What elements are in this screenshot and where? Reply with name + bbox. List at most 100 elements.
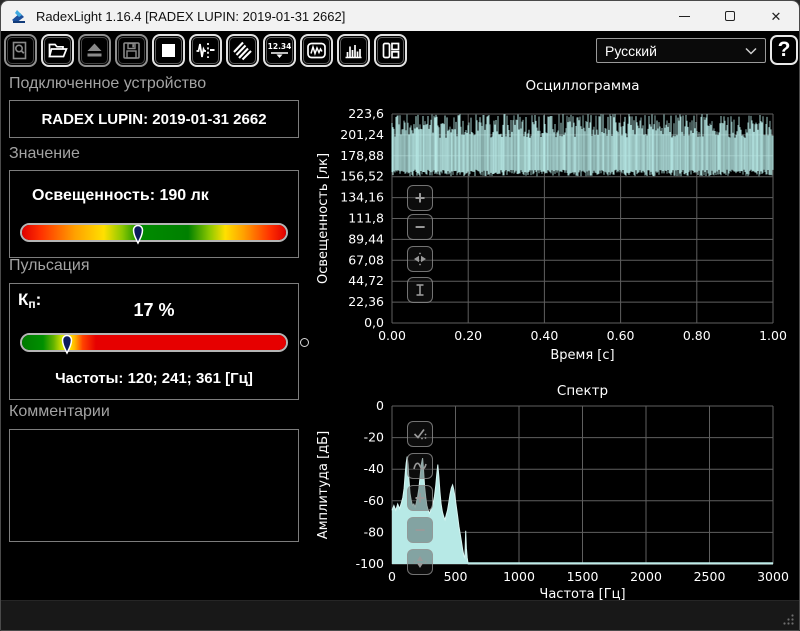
bar-chart-icon: [343, 40, 364, 61]
osc-zoom-out-button[interactable]: −: [407, 214, 433, 240]
pulsation-box: Кп: 17 % Частоты: 120; 241; 361 [Гц]: [9, 283, 299, 400]
spec-auto-button[interactable]: [407, 421, 433, 447]
oscillogram-chart[interactable]: 223,6 201,24 178,88 156,52 134,16 111,8 89,44 6…: [311, 67, 800, 377]
frequencies-label: Частоты: 120; 241; 361 [Гц]: [10, 370, 298, 387]
diagonal-hatch-icon: [232, 40, 253, 61]
svg-text:Частота [Гц]: Частота [Гц]: [539, 587, 625, 601]
device-name: RADEX LUPIN: 2019-01-31 2662: [41, 111, 266, 128]
maximize-icon: [725, 11, 735, 21]
wave-icon: [412, 458, 428, 474]
svg-text:0: 0: [376, 398, 384, 413]
value-display-button[interactable]: 12.34: [263, 34, 296, 67]
maximize-button[interactable]: [707, 1, 753, 31]
layout-button[interactable]: [374, 34, 407, 67]
osc-fit-button[interactable]: [407, 246, 433, 272]
svg-text:2000: 2000: [630, 569, 662, 584]
svg-text:Освещенность [лк]: Освещенность [лк]: [316, 153, 331, 284]
minus-icon: −: [415, 218, 426, 236]
eject-button[interactable]: [78, 34, 111, 67]
svg-text:-60: -60: [364, 493, 384, 508]
device-name-box: RADEX LUPIN: 2019-01-31 2662: [9, 100, 299, 138]
oscillogram-icon: [306, 40, 327, 61]
svg-text:0.80: 0.80: [683, 328, 711, 343]
svg-text:67,08: 67,08: [348, 252, 384, 267]
spec-zoom-out-button[interactable]: −: [407, 517, 433, 543]
osc-cursor-button[interactable]: [407, 277, 433, 303]
svg-text:-20: -20: [364, 430, 384, 445]
svg-text:156,52: 156,52: [340, 169, 384, 184]
svg-text:111,8: 111,8: [348, 211, 384, 226]
document-magnifier-icon: [10, 40, 31, 61]
svg-text:223,6: 223,6: [348, 106, 384, 121]
device-section-title: Подключенное устройство: [9, 75, 206, 93]
comments-box: [9, 429, 299, 542]
minimize-button[interactable]: [661, 1, 707, 31]
open-button[interactable]: [41, 34, 74, 67]
comments-section-title: Комментарии: [9, 403, 110, 421]
spectrum-view-button[interactable]: [337, 34, 370, 67]
save-button[interactable]: [115, 34, 148, 67]
osc-zoom-in-button[interactable]: +: [407, 185, 433, 211]
svg-text:44,72: 44,72: [348, 273, 384, 288]
stop-button[interactable]: [152, 34, 185, 67]
language-value: Русский: [605, 43, 657, 59]
panels-layout-icon: [380, 40, 401, 61]
level-marker-icon: [61, 331, 73, 355]
splitter-handle[interactable]: [300, 338, 309, 347]
svg-text:1000: 1000: [503, 569, 535, 584]
check-icon: [412, 426, 428, 442]
illuminance-scale-bar: [20, 223, 288, 242]
spec-fit-button[interactable]: [407, 549, 433, 575]
digits-icon: 12.34: [268, 40, 291, 61]
fit-horizontal-icon: [412, 251, 428, 267]
svg-text:3000: 3000: [757, 569, 789, 584]
language-select[interactable]: Русский: [596, 38, 766, 63]
help-button[interactable]: ?: [770, 35, 798, 65]
svg-text:89,44: 89,44: [348, 231, 384, 246]
value-box: Освещенность: 190 лк: [9, 170, 299, 258]
plus-icon: +: [415, 489, 426, 507]
illuminance-gradient: [22, 225, 286, 240]
resize-grip-icon[interactable]: [782, 613, 795, 626]
stop-square-icon: [158, 40, 179, 61]
fit-vertical-icon: [412, 554, 428, 570]
i-beam-icon: [412, 282, 428, 298]
toolbar: 12.34: [1, 31, 799, 68]
pulsation-scale-bar: [20, 333, 288, 352]
measure-button[interactable]: [189, 34, 222, 67]
svg-text:22,36: 22,36: [348, 294, 384, 309]
close-button[interactable]: ✕: [753, 1, 799, 31]
comments-input[interactable]: [10, 430, 298, 541]
app-logo-icon: [11, 9, 28, 24]
svg-text:Осциллограмма: Осциллограмма: [525, 78, 639, 94]
svg-text:178,88: 178,88: [340, 148, 384, 163]
window-title: RadexLight 1.16.4 [RADEX LUPIN: 2019-01-…: [36, 9, 345, 24]
spectrum-chart[interactable]: 0-20-40-60-80-10005001000150020002500300…: [311, 377, 800, 601]
svg-text:-40: -40: [364, 461, 384, 476]
minimize-icon: [679, 16, 690, 17]
svg-text:134,16: 134,16: [340, 190, 384, 205]
waveform-cursor-icon: [195, 40, 216, 61]
oscillogram-view-button[interactable]: [300, 34, 333, 67]
illuminance-value: Освещенность: 190 лк: [32, 187, 209, 205]
spec-smooth-button[interactable]: [407, 453, 433, 479]
close-icon: ✕: [771, 10, 782, 23]
spec-zoom-in-button[interactable]: +: [407, 485, 433, 511]
kp-value: 17 %: [10, 300, 298, 321]
svg-text:0.20: 0.20: [454, 328, 482, 343]
svg-text:Амплитуда [дБ]: Амплитуда [дБ]: [316, 431, 331, 539]
svg-text:201,24: 201,24: [340, 127, 384, 142]
plus-icon: +: [415, 189, 426, 207]
svg-text:Спектр: Спектр: [557, 383, 608, 399]
svg-text:0.40: 0.40: [530, 328, 558, 343]
ranges-button[interactable]: [226, 34, 259, 67]
svg-text:-100: -100: [356, 556, 384, 571]
app-window: RadexLight 1.16.4 [RADEX LUPIN: 2019-01-…: [0, 0, 800, 631]
svg-text:0.60: 0.60: [607, 328, 635, 343]
left-panel: Подключенное устройство RADEX LUPIN: 201…: [1, 67, 311, 601]
svg-text:1.00: 1.00: [759, 328, 787, 343]
preview-button[interactable]: [4, 34, 37, 67]
pulsation-section-title: Пульсация: [9, 257, 89, 275]
chart-panel: 223,6 201,24 178,88 156,52 134,16 111,8 89,44 6…: [311, 67, 800, 601]
chevron-down-icon: [745, 47, 757, 55]
